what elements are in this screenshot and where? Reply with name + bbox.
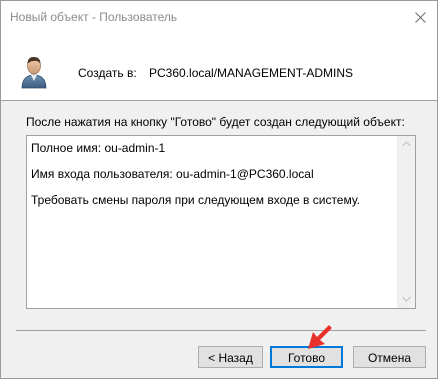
back-button[interactable]: < Назад [198,346,263,368]
scroll-down-button[interactable] [398,291,415,308]
user-icon [21,57,47,89]
info-text: После нажатия на кнопку "Готово" будет с… [26,115,405,129]
chevron-up-icon [402,141,411,147]
vertical-scrollbar[interactable] [397,136,415,308]
window-title: Новый объект - Пользователь [10,10,178,24]
summary-logon-name: Имя входа пользователя: ou-admin-1@PC360… [31,167,314,181]
cancel-button[interactable]: Отмена [353,346,426,368]
close-button[interactable] [403,1,437,35]
title-bar: Новый объект - Пользователь [1,1,437,35]
new-user-dialog: Новый объект - Пользователь Создать в: P… [0,0,438,379]
summary-password-change: Требовать смены пароля при следующем вхо… [31,193,360,207]
create-in-path: PC360.local/MANAGEMENT-ADMINS [149,66,354,80]
create-in-label: Создать в: [78,66,137,80]
scroll-up-button[interactable] [398,136,415,153]
chevron-down-icon [402,296,411,302]
summary-textbox[interactable]: Полное имя: ou-admin-1 Имя входа пользов… [26,135,416,309]
dialog-header: Создать в: PC360.local/MANAGEMENT-ADMINS [1,35,437,100]
footer-divider [16,330,426,331]
annotation-arrow-icon [308,325,332,349]
header-divider [1,100,437,101]
close-icon [415,12,426,23]
summary-full-name: Полное имя: ou-admin-1 [31,141,166,155]
